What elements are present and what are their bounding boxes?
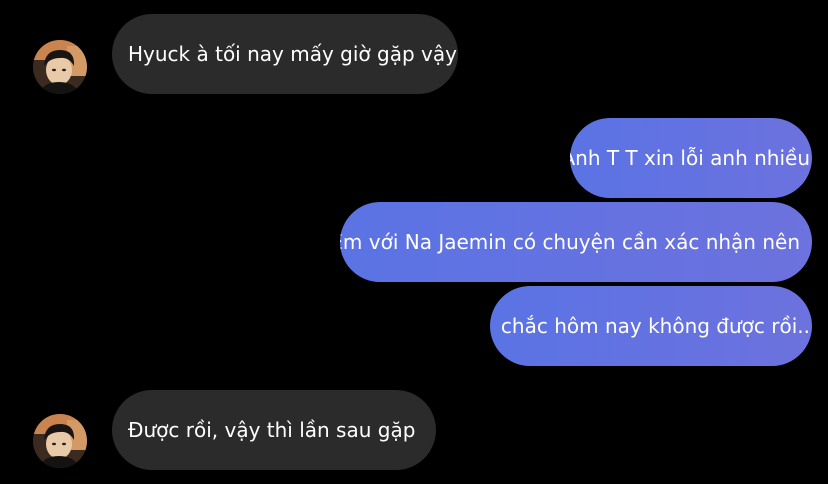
contact-avatar-photo-icon <box>33 414 87 468</box>
contact-avatar[interactable] <box>33 40 87 94</box>
contact-avatar[interactable] <box>33 414 87 468</box>
message-text: Hyuck à tối nay mấy giờ gặp vậy? <box>128 42 458 66</box>
message-text: Em với Na Jaemin có chuyện cần xác nhận … <box>340 230 800 254</box>
message-bubble-sent[interactable]: Em với Na Jaemin có chuyện cần xác nhận … <box>340 202 812 282</box>
message-bubble-sent[interactable]: chắc hôm nay không được rồi.. <box>490 286 812 366</box>
message-bubble-sent[interactable]: Anh T T xin lỗi anh nhiều <box>570 118 812 198</box>
message-text: Anh T T xin lỗi anh nhiều <box>570 146 810 170</box>
message-bubble-received[interactable]: Được rồi, vậy thì lần sau gặp <box>112 390 436 470</box>
message-bubble-received[interactable]: Hyuck à tối nay mấy giờ gặp vậy? <box>112 14 458 94</box>
message-text: Được rồi, vậy thì lần sau gặp <box>128 418 416 442</box>
message-text: chắc hôm nay không được rồi.. <box>500 314 810 338</box>
chat-thread: Hyuck à tối nay mấy giờ gặp vậy? Anh T T… <box>0 0 828 484</box>
contact-avatar-photo-icon <box>33 40 87 94</box>
